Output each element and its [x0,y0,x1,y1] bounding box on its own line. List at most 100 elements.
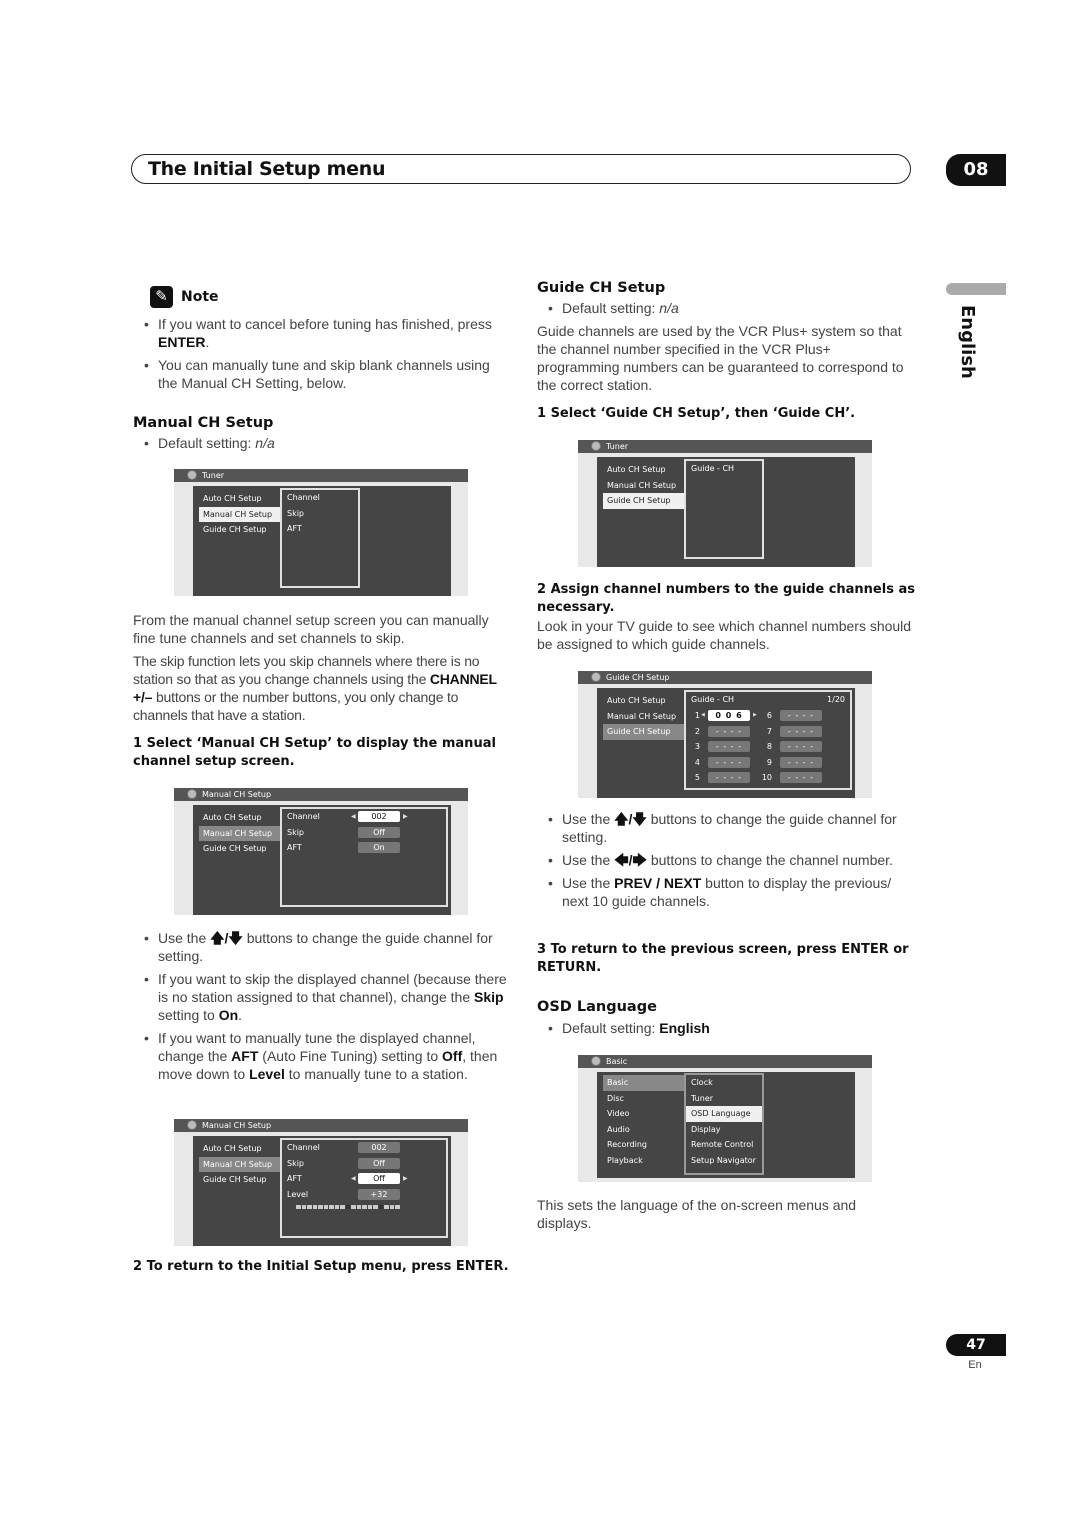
osd-menu-item[interactable]: Manual CH Setup [603,709,684,725]
osd-language-heading: OSD Language [537,999,657,1015]
guide-ch-value[interactable]: - - - - [780,710,822,721]
osd-menu-item[interactable]: Auto CH Setup [199,810,280,826]
osd-screen-guide-ch: Guide CH Setup Auto CH Setup Manual CH S… [578,671,872,798]
up-down-arrow-icon: 🡅/🡇 [210,930,243,946]
osd-menu-item-highlighted[interactable]: Manual CH Setup [199,1156,280,1172]
osd-menu-item-selected[interactable]: Manual CH Setup [199,506,280,522]
note-bullet: If you want to cancel before tuning has … [133,315,503,351]
guide-ch-value[interactable]: - - - - [708,756,750,768]
osd-sub-item[interactable]: Remote Control [686,1137,762,1153]
osd-menu-item[interactable]: Recording [603,1137,684,1153]
osd-sub-item[interactable]: Setup Navigator [686,1153,762,1169]
up-down-arrow-icon: 🡅/🡇 [614,811,647,827]
pencil-note-icon: ✎ [150,286,173,308]
osd-title-bar: Basic [578,1055,872,1068]
osd-row-skip[interactable]: Skip Off [282,1156,446,1172]
guide-ch-value[interactable]: - - - - [708,725,750,737]
channel-value[interactable]: 002 [358,811,400,822]
guide-ch-value[interactable]: - - - - [780,756,822,768]
osd-row-level[interactable]: Level +32 [282,1187,446,1203]
osd-title-bar: Guide CH Setup [578,671,872,684]
language-tab-marker [946,283,1006,295]
page-number: 47 [946,1334,1006,1356]
osd-menu-item-selected[interactable]: Guide CH Setup [603,493,684,509]
guide-ch-value[interactable]: - - - - [708,772,750,783]
guide-ch-value[interactable]: 0 0 6 [708,710,750,721]
osd-menu-item[interactable]: Auto CH Setup [199,491,280,507]
osd-screen-manual-ch-level: Manual CH Setup Auto CH Setup Manual CH … [174,1119,468,1246]
osd-menu-item[interactable]: Auto CH Setup [603,462,684,478]
guide-ch-value[interactable]: - - - - [780,725,822,737]
manual-ch-heading: Manual CH Setup [133,415,274,431]
osd-sub-item-selected[interactable]: OSD Language [686,1106,762,1122]
guide-ch-value[interactable]: - - - - [780,772,822,783]
osd-menu-item-highlighted[interactable]: Manual CH Setup [199,825,280,841]
manual-step-2: 2 To return to the Initial Setup menu, p… [133,1259,509,1274]
guide-ch-number: 9 [766,757,772,767]
osd-menu-item[interactable]: Guide CH Setup [199,1172,280,1188]
osd-menu-item[interactable]: Video [603,1106,684,1122]
level-value[interactable]: +32 [358,1188,400,1200]
osd-menu-item-highlighted[interactable]: Basic [603,1075,684,1091]
osd-menu-item[interactable]: Guide CH Setup [199,841,280,857]
osd-row-channel[interactable]: Channel ◀ 002 ▶ [282,809,446,825]
bullet: Use the PREV / NEXT button to display th… [537,874,917,910]
osd-menu-item[interactable]: Disc [603,1091,684,1107]
osd-sub-item[interactable]: Channel [282,490,358,506]
osd-title-bar: Tuner [578,440,872,453]
osd-row-aft[interactable]: AFT On [282,840,446,856]
aft-value[interactable]: Off [358,1173,400,1184]
guide-ch-number: 8 [766,742,772,751]
bullet: Use the 🡅/🡇 buttons to change the guide … [133,929,513,965]
osd-sub-item[interactable]: Skip [282,506,358,522]
osd-menu-item[interactable]: Auto CH Setup [603,693,684,709]
page-language: En [968,1359,982,1371]
level-bar-row [282,1202,446,1212]
guide-ch-number: 2 [694,726,700,736]
osd-row-aft[interactable]: AFT ◀ Off ▶ [282,1171,446,1187]
osd-sub-item[interactable]: Guide - CH [686,461,762,477]
manual-ch-para2: The skip function lets you skip channels… [133,653,497,723]
guide-ch-value[interactable]: - - - - [708,741,750,752]
osd-menu-item[interactable]: Auto CH Setup [199,1141,280,1157]
guide-ch-header: Guide - CH 1/20 [691,692,845,708]
osd-title-bar: Manual CH Setup [174,788,468,801]
osd-sub-item[interactable]: AFT [282,521,358,537]
manual-step-1: 1 Select ‘Manual CH Setup’ to display th… [133,736,496,769]
left-arrow-icon[interactable]: ◀ [351,1173,356,1184]
note-label: Note [181,289,219,305]
osd-sub-item[interactable]: Display [686,1122,762,1138]
osd-title-bar: Manual CH Setup [174,1119,468,1132]
right-arrow-icon[interactable]: ▶ [403,1173,408,1184]
guide-ch-value[interactable]: - - - - [780,741,822,752]
level-bar[interactable] [296,1205,400,1209]
left-arrow-icon[interactable]: ◀ [351,811,356,822]
osd-menu-item-highlighted[interactable]: Guide CH Setup [603,724,684,740]
skip-value[interactable]: Off [358,1157,400,1169]
osd-row-skip[interactable]: Skip Off [282,825,446,841]
osd-screen-basic: Basic Basic Disc Video Audio Recording P… [578,1055,872,1182]
bullet: If you want to skip the displayed channe… [133,970,513,1024]
osd-row-channel[interactable]: Channel 002 [282,1140,446,1156]
language-tab: English [952,305,982,385]
osd-menu-item[interactable]: Audio [603,1122,684,1138]
skip-value[interactable]: Off [358,826,400,838]
osd-menu-item[interactable]: Guide CH Setup [199,522,280,538]
left-arrow-icon[interactable]: ◀ [701,710,705,721]
osd-title-bar: Tuner [174,469,468,482]
aft-value[interactable]: On [358,842,400,853]
right-arrow-icon[interactable]: ▶ [403,811,408,822]
channel-value[interactable]: 002 [358,1142,400,1153]
osd-sub-item[interactable]: Clock [686,1075,762,1091]
osd-menu-item[interactable]: Playback [603,1153,684,1169]
disc-icon [591,441,601,451]
right-arrow-icon[interactable]: ▶ [753,710,757,721]
note-bullet: You can manually tune and skip blank cha… [133,356,503,392]
osd-screen-tuner-guide: Tuner Auto CH Setup Manual CH Setup Guid… [578,440,872,567]
guide-ch-bullets: Use the 🡅/🡇 buttons to change the guide … [537,810,917,915]
manual-ch-para1: From the manual channel setup screen you… [133,612,489,646]
osd-sub-item[interactable]: Tuner [686,1091,762,1107]
note-bullets: If you want to cancel before tuning has … [133,315,503,397]
page-title: The Initial Setup menu [148,158,386,180]
osd-menu-item[interactable]: Manual CH Setup [603,478,684,494]
